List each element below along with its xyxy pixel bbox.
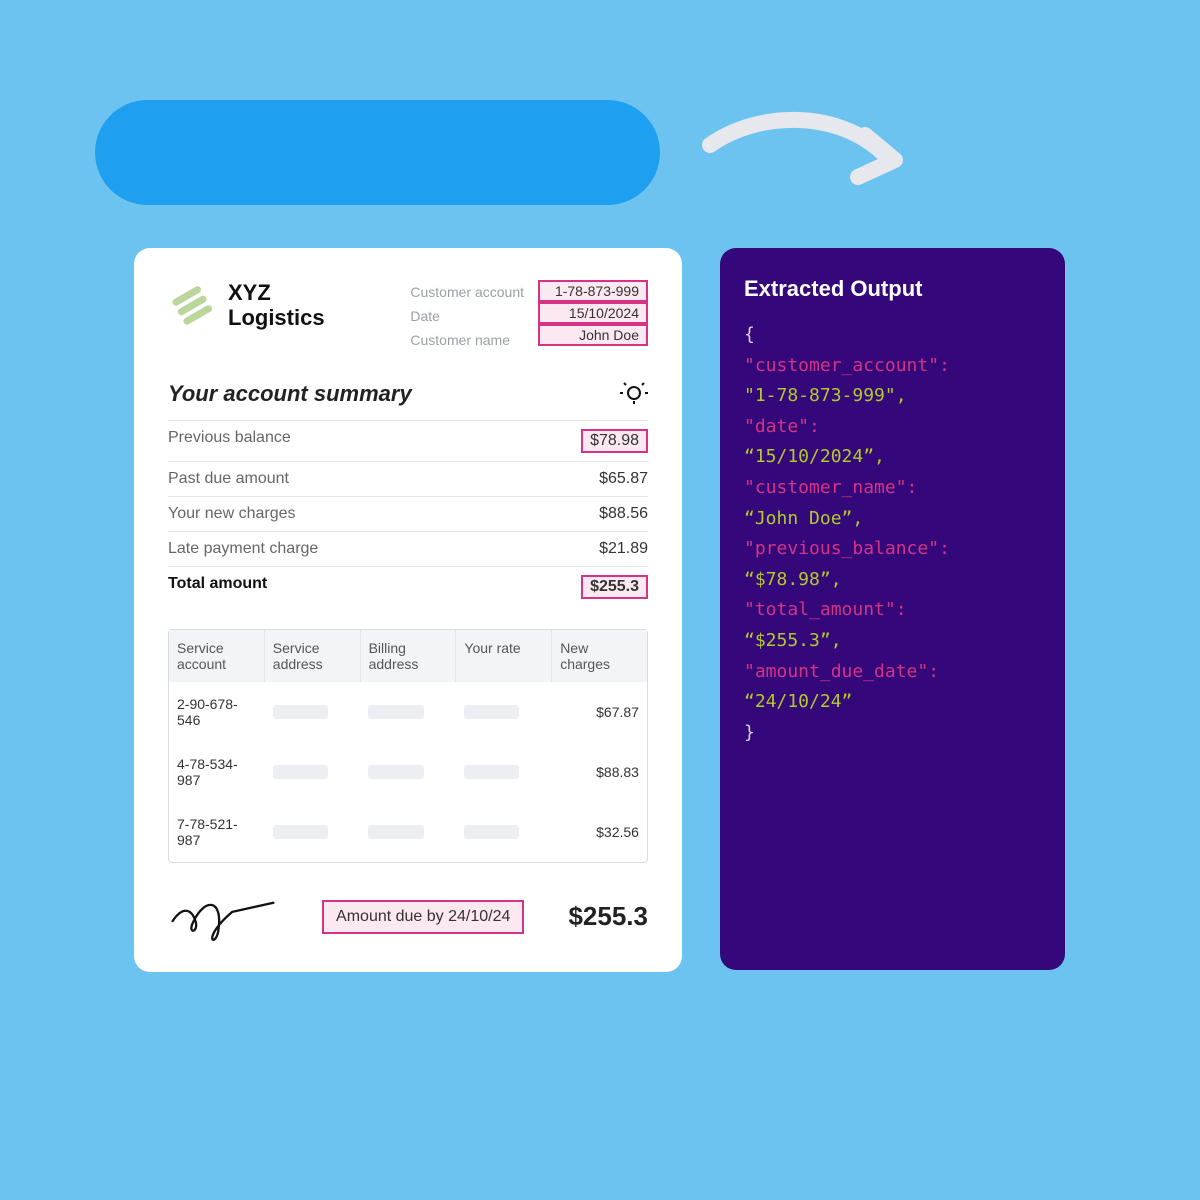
footer-total: $255.3 [568, 901, 648, 932]
row-value: $255.3 [581, 575, 648, 599]
table-row: 4-78-534-987 $88.83 [169, 742, 647, 802]
invoice-footer: Amount due by 24/10/24 $255.3 [168, 889, 648, 944]
brand-line2: Logistics [228, 305, 325, 330]
th-billing-address: Billing address [361, 630, 457, 682]
row-value: $21.89 [599, 540, 648, 558]
json-val: “$78.98”, [744, 569, 842, 590]
row-total: Total amount $255.3 [168, 566, 648, 607]
json-key: "amount_due_date": [744, 661, 939, 682]
json-val: “15/10/2024”, [744, 446, 885, 467]
row-label: Total amount [168, 575, 267, 599]
label-name: Customer name [410, 328, 532, 352]
json-val: “John Doe”, [744, 508, 863, 529]
row-past-due: Past due amount $65.87 [168, 461, 648, 496]
th-new-charges: New charges [552, 630, 647, 682]
arrow-icon [700, 105, 910, 205]
output-code: { "customer_account": "1-78-873-999", "d… [744, 320, 1041, 748]
brace-close: } [744, 718, 1041, 749]
row-value: $65.87 [599, 470, 648, 488]
td-charge: $88.83 [551, 748, 647, 796]
value-account: 1-78-873-999 [538, 280, 648, 302]
td-acct: 2-90-678-546 [169, 688, 265, 736]
td-placeholder [265, 808, 361, 856]
td-charge: $32.56 [551, 808, 647, 856]
json-key: "previous_balance": [744, 538, 950, 559]
meta-values: 1-78-873-999 15/10/2024 John Doe [538, 280, 648, 352]
row-new-charges: Your new charges $88.56 [168, 496, 648, 531]
json-key: "customer_name": [744, 477, 917, 498]
td-acct: 4-78-534-987 [169, 748, 265, 796]
brand: XYZ Logistics [168, 280, 325, 331]
td-charge: $67.87 [551, 688, 647, 736]
invoice-card: XYZ Logistics Customer account Date Cust… [134, 248, 682, 972]
decorative-pill [95, 100, 660, 205]
label-account: Customer account [410, 280, 532, 304]
json-val: “$255.3”, [744, 630, 842, 651]
brace-open: { [744, 320, 1041, 351]
customer-meta: Customer account Date Customer name 1-78… [410, 280, 648, 352]
brand-line1: XYZ [228, 280, 325, 305]
th-service-account: Service account [169, 630, 265, 682]
service-table: Service account Service address Billing … [168, 629, 648, 863]
summary-title: Your account summary [168, 381, 412, 407]
th-your-rate: Your rate [456, 630, 552, 682]
invoice-header: XYZ Logistics Customer account Date Cust… [168, 280, 648, 352]
lightbulb-icon [620, 380, 648, 408]
table-header: Service account Service address Billing … [169, 630, 647, 682]
summary-header: Your account summary [168, 380, 648, 408]
row-value: $78.98 [581, 429, 648, 453]
amount-due-box: Amount due by 24/10/24 [322, 900, 524, 934]
table-row: 2-90-678-546 $67.87 [169, 682, 647, 742]
row-label: Your new charges [168, 505, 296, 523]
json-val: “24/10/24” [744, 691, 852, 712]
row-label: Late payment charge [168, 540, 318, 558]
extracted-output-panel: Extracted Output { "customer_account": "… [720, 248, 1065, 970]
td-placeholder [265, 748, 361, 796]
brand-logo-icon [168, 281, 216, 329]
row-late-charge: Late payment charge $21.89 [168, 531, 648, 566]
brand-name: XYZ Logistics [228, 280, 325, 331]
td-placeholder [360, 808, 456, 856]
json-key: "customer_account": [744, 355, 950, 376]
th-service-address: Service address [265, 630, 361, 682]
td-placeholder [265, 688, 361, 736]
td-placeholder [456, 748, 552, 796]
row-previous-balance: Previous balance $78.98 [168, 420, 648, 461]
row-label: Past due amount [168, 470, 289, 488]
td-placeholder [360, 688, 456, 736]
table-row: 7-78-521-987 $32.56 [169, 802, 647, 862]
td-placeholder [456, 688, 552, 736]
meta-labels: Customer account Date Customer name [410, 280, 532, 352]
signature-icon [168, 889, 278, 944]
json-val: "1-78-873-999", [744, 385, 907, 406]
td-acct: 7-78-521-987 [169, 808, 265, 856]
td-placeholder [360, 748, 456, 796]
row-label: Previous balance [168, 429, 291, 453]
row-value: $88.56 [599, 505, 648, 523]
label-date: Date [410, 304, 532, 328]
summary-rows: Previous balance $78.98 Past due amount … [168, 420, 648, 607]
json-key: "total_amount": [744, 599, 907, 620]
value-date: 15/10/2024 [538, 302, 648, 324]
output-title: Extracted Output [744, 276, 1041, 302]
value-name: John Doe [538, 324, 648, 346]
json-key: "date": [744, 416, 820, 437]
td-placeholder [456, 808, 552, 856]
